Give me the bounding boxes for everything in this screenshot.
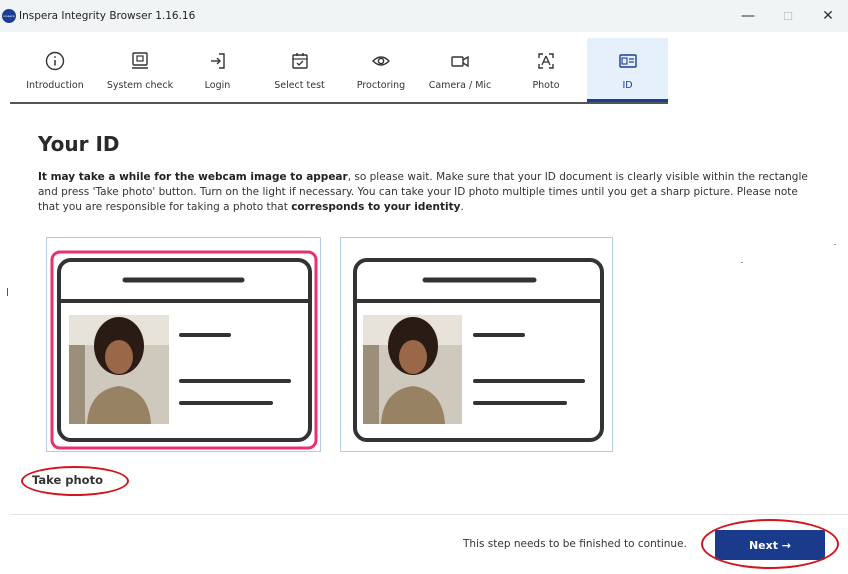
step-introduction[interactable]: Introduction <box>15 38 95 102</box>
login-icon <box>210 53 225 69</box>
instructions-bold-identity: corresponds to your identity <box>291 201 461 213</box>
speck <box>741 262 743 263</box>
step-id[interactable]: ID <box>587 38 668 102</box>
close-button[interactable]: ✕ <box>808 0 848 32</box>
take-photo-button[interactable]: Take photo <box>32 473 103 487</box>
step-navigation: Introduction System check Login Select t… <box>0 38 848 106</box>
page-title: Your ID <box>38 132 120 156</box>
window-title: Inspera Integrity Browser 1.16.16 <box>19 10 196 22</box>
calendar-check-icon <box>291 53 308 69</box>
step-label: ID <box>622 80 633 91</box>
captured-photo-panel <box>340 237 613 452</box>
face-scan-icon <box>538 53 554 69</box>
nav-divider <box>10 102 668 104</box>
instructions-text: It may take a while for the webcam image… <box>38 170 818 215</box>
instructions-bold-wait: It may take a while for the webcam image… <box>38 171 348 183</box>
next-button[interactable]: Next → <box>715 530 825 560</box>
step-select-test[interactable]: Select test <box>262 38 337 102</box>
id-card-guide-illustration <box>50 250 318 450</box>
footer-divider <box>10 514 848 515</box>
step-label: Photo <box>532 80 560 91</box>
camera-icon <box>451 55 469 68</box>
step-label: System check <box>106 80 174 91</box>
webcam-preview-panel <box>46 237 321 452</box>
window-edge-mark <box>7 288 8 296</box>
window-controls: — ☐ ✕ <box>728 0 848 32</box>
info-icon <box>45 51 65 71</box>
step-label: Introduction <box>26 80 84 91</box>
eye-icon <box>372 56 390 66</box>
minimize-button[interactable]: — <box>728 0 768 32</box>
step-label: Proctoring <box>356 80 406 91</box>
step-label: Select test <box>274 80 325 91</box>
maximize-button[interactable]: ☐ <box>768 0 808 32</box>
step-camera-mic[interactable]: Camera / Mic <box>422 38 498 102</box>
step-label: Camera / Mic <box>428 80 492 91</box>
title-bar: inspera Inspera Integrity Browser 1.16.1… <box>0 0 848 32</box>
speck <box>834 244 836 245</box>
footer-message: This step needs to be finished to contin… <box>463 538 687 550</box>
step-proctoring[interactable]: Proctoring <box>350 38 412 102</box>
monitor-icon <box>132 52 148 69</box>
instructions-end: . <box>460 201 464 213</box>
id-card-captured-illustration <box>353 258 604 442</box>
step-system-check[interactable]: System check <box>95 38 185 102</box>
step-photo[interactable]: Photo <box>518 38 574 102</box>
step-label: Login <box>204 80 231 91</box>
inspera-logo-icon: inspera <box>2 9 16 23</box>
step-login[interactable]: Login <box>185 38 250 102</box>
id-card-icon <box>618 54 637 68</box>
